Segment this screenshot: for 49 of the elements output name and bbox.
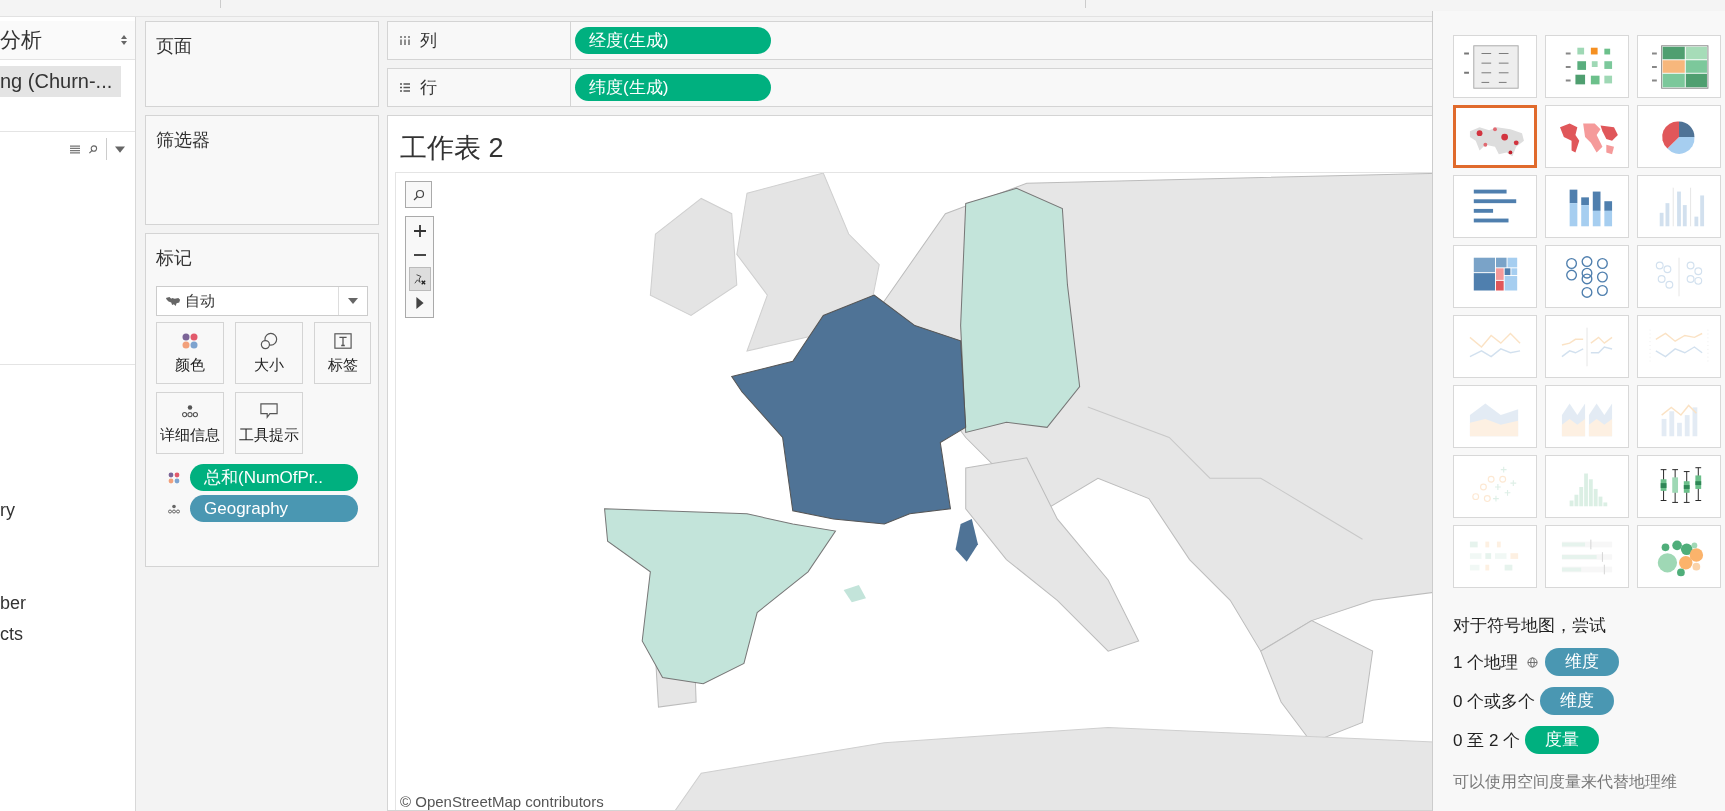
search-icon — [412, 188, 425, 201]
tooltip-button[interactable]: 工具提示 — [235, 392, 303, 454]
hint-text: 对于符号地图，尝试 — [1453, 615, 1607, 637]
requirement-text: 0 至 2 个 — [1453, 729, 1521, 752]
plus-icon — [413, 225, 426, 237]
map-icon — [165, 295, 181, 307]
color-dots-icon — [168, 471, 180, 484]
field-type-pill: 维度 — [1545, 648, 1620, 676]
chart-type-button[interactable] — [1453, 105, 1537, 168]
mark-type-dropdown[interactable]: 自动 — [156, 286, 368, 316]
detail-button[interactable]: 详细信息 — [156, 392, 224, 454]
list-view-icon[interactable] — [70, 144, 80, 154]
detail-dots-icon — [168, 502, 180, 515]
note-text: 可以使用空间度量来代替地理维 — [1453, 772, 1678, 792]
search-icon[interactable] — [88, 144, 98, 154]
label-box-icon — [333, 331, 352, 350]
card-title: 页面 — [156, 36, 192, 56]
data-source-item[interactable]: ng (Churn-... — [0, 66, 121, 97]
size-circles-icon — [260, 331, 278, 350]
field-item[interactable]: cts — [0, 619, 135, 650]
dropdown-caret-icon[interactable] — [348, 298, 358, 304]
sort-icon[interactable] — [121, 35, 127, 45]
mark-type-label: 自动 — [185, 291, 216, 311]
color-dots-icon — [181, 331, 199, 350]
map-search-button[interactable] — [405, 181, 432, 208]
requirement-text: 1 个地理 — [1453, 651, 1519, 674]
card-title: 标记 — [156, 247, 193, 270]
play-arrow-icon — [413, 297, 426, 309]
pin-cross-icon — [413, 273, 426, 285]
color-button[interactable]: 颜色 — [156, 322, 224, 384]
field-type-pill: 维度 — [1540, 687, 1615, 715]
dropdown-caret-icon[interactable] — [115, 144, 125, 154]
label-button[interactable]: 标签 — [314, 322, 371, 384]
pane-title: 分析 — [0, 27, 42, 53]
worksheet-title: 工作表 2 — [399, 132, 505, 165]
field-item[interactable]: ry — [0, 495, 135, 526]
globe-icon — [1527, 656, 1539, 668]
map-attribution: © OpenStreetMap contributors — [400, 793, 604, 810]
field-type-pill: 度量 — [1525, 726, 1600, 754]
unpin-map-button[interactable] — [408, 267, 431, 291]
size-button[interactable]: 大小 — [235, 322, 303, 384]
requirement-text: 0 个或多个 — [1453, 690, 1536, 713]
speech-bubble-icon — [260, 401, 278, 420]
rows-icon — [400, 83, 410, 92]
shelf-label: 行 — [420, 77, 437, 99]
columns-icon — [400, 36, 410, 45]
card-title: 筛选器 — [156, 130, 210, 150]
shelf-label: 列 — [420, 30, 437, 52]
field-item[interactable]: ber — [0, 588, 135, 619]
